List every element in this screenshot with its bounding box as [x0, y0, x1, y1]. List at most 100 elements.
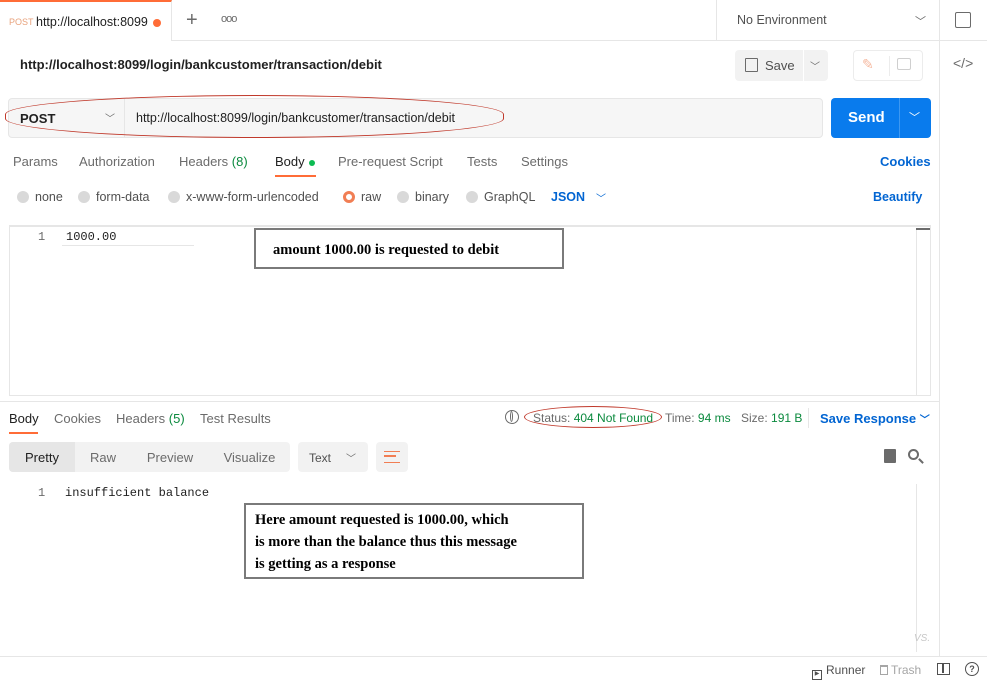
- editor-line[interactable]: 1000.00: [66, 230, 116, 244]
- radio-raw[interactable]: raw: [343, 190, 381, 204]
- beautify-link[interactable]: Beautify: [873, 190, 922, 204]
- response-body-line: insufficient balance: [65, 486, 210, 500]
- radio-circle-icon: [466, 191, 478, 203]
- right-sidebar: </>: [939, 0, 987, 656]
- view-raw-button[interactable]: Raw: [75, 442, 131, 472]
- radio-x-www-form-urlencoded[interactable]: x-www-form-urlencoded: [168, 190, 319, 204]
- search-icon-handle: [918, 458, 924, 464]
- annotation-box: Here amount requested is 1000.00, which …: [244, 503, 584, 579]
- divider: [0, 401, 939, 402]
- status-bar: ▶ Runner Trash ?: [0, 656, 987, 681]
- plus-icon[interactable]: +: [186, 9, 198, 32]
- divider: [803, 50, 804, 81]
- pencil-icon[interactable]: ✎: [862, 56, 874, 73]
- two-pane-divider: [942, 664, 944, 673]
- radio-form-data[interactable]: form-data: [78, 190, 150, 204]
- tab-authorization[interactable]: Authorization: [79, 154, 155, 169]
- radio-selected-icon: [343, 191, 355, 203]
- globe-meridian: [510, 411, 513, 422]
- format-label: Text: [309, 451, 332, 465]
- copy-icon[interactable]: [884, 449, 896, 463]
- tab-body[interactable]: Body: [275, 154, 315, 169]
- wrap-icon: [384, 451, 400, 463]
- time-label: Time:: [665, 411, 695, 425]
- save-button[interactable]: Save ﹀: [735, 50, 828, 81]
- radio-label: none: [35, 190, 63, 204]
- edit-actions: ✎: [853, 50, 923, 81]
- tab-headers[interactable]: Headers (8): [179, 154, 248, 169]
- help-icon[interactable]: ?: [965, 662, 979, 676]
- globe-icon[interactable]: [505, 410, 519, 424]
- chevron-down-icon[interactable]: ﹀: [810, 58, 820, 73]
- search-icon[interactable]: [908, 449, 924, 464]
- annotation-oval: [5, 95, 504, 138]
- tab-method-label: POST: [9, 17, 34, 27]
- radio-graphql[interactable]: GraphQL: [466, 190, 535, 204]
- annotation-oval: [524, 406, 662, 428]
- radio-none[interactable]: none: [17, 190, 63, 204]
- view-preview-button[interactable]: Preview: [131, 442, 209, 472]
- line-number: 1: [38, 230, 46, 244]
- trash-button[interactable]: Trash: [880, 663, 921, 677]
- save-label: Save: [765, 58, 795, 73]
- unsaved-dot-icon: [153, 19, 161, 27]
- save-response-button[interactable]: Save Response ﹀: [820, 411, 930, 426]
- response-tab-body[interactable]: Body: [9, 411, 39, 426]
- radio-label: binary: [415, 190, 450, 204]
- tab-body-label: Body: [275, 154, 305, 169]
- view-visualize-button[interactable]: Visualize: [209, 442, 290, 472]
- time-value: 94 ms: [697, 411, 731, 425]
- radio-binary[interactable]: binary: [397, 190, 449, 204]
- cookies-link[interactable]: Cookies: [880, 154, 931, 169]
- editor-scrollbar[interactable]: [916, 228, 930, 395]
- environment-select[interactable]: No Environment ﹀: [716, 0, 939, 41]
- comment-icon[interactable]: [897, 58, 911, 70]
- annotation-box: amount 1000.00 is requested to debit: [254, 228, 564, 269]
- request-tab[interactable]: POST http://localhost:8099/: [0, 0, 172, 41]
- divider: [889, 56, 890, 76]
- tab-title: http://localhost:8099/: [36, 15, 148, 29]
- raw-format-select[interactable]: JSON: [551, 190, 585, 204]
- send-button[interactable]: Send ﹀: [831, 98, 931, 138]
- radio-circle-icon: [17, 191, 29, 203]
- size-value: 191 B: [771, 411, 803, 425]
- radio-circle-icon: [168, 191, 180, 203]
- chevron-down-icon: ﹀: [919, 415, 930, 426]
- scrollbar-thumb[interactable]: [916, 228, 930, 230]
- line-number: 1: [38, 486, 46, 500]
- two-pane-icon[interactable]: [937, 663, 950, 675]
- response-tab-headers-count: (5): [168, 411, 185, 426]
- response-tab-test-results[interactable]: Test Results: [200, 411, 271, 426]
- response-time[interactable]: Time: 94 ms: [665, 411, 731, 425]
- view-pretty-button[interactable]: Pretty: [9, 442, 75, 472]
- response-tab-cookies[interactable]: Cookies: [54, 411, 101, 426]
- chevron-down-icon: ﹀: [346, 454, 356, 465]
- ellipsis-icon[interactable]: ooo: [221, 13, 237, 25]
- response-scrollbar[interactable]: [916, 484, 932, 652]
- documentation-icon[interactable]: [955, 12, 971, 28]
- chevron-down-icon: ﹀: [915, 16, 926, 28]
- runner-button[interactable]: ▶ Runner: [812, 663, 865, 680]
- annotation-text: amount 1000.00 is requested to debit: [273, 242, 500, 258]
- chevron-down-icon[interactable]: ﹀: [596, 190, 606, 205]
- trash-label: Trash: [891, 663, 922, 677]
- response-format-select[interactable]: Text ﹀: [298, 442, 368, 472]
- size-label: Size:: [741, 411, 768, 425]
- divider: [940, 40, 987, 41]
- wrap-lines-button[interactable]: [376, 442, 408, 472]
- code-icon[interactable]: </>: [953, 55, 973, 71]
- watermark: VS.: [914, 633, 931, 644]
- save-icon: [745, 58, 758, 72]
- tab-settings[interactable]: Settings: [521, 154, 568, 169]
- runner-label: Runner: [826, 663, 866, 677]
- response-size[interactable]: Size: 191 B: [741, 411, 802, 425]
- response-tab-headers[interactable]: Headers (5): [116, 411, 185, 426]
- radio-label: raw: [361, 190, 382, 204]
- tab-pre-request-script[interactable]: Pre-request Script: [338, 154, 443, 169]
- tab-params[interactable]: Params: [13, 154, 58, 169]
- annotation-text: Here amount requested is 1000.00, which: [255, 512, 509, 528]
- chevron-down-icon[interactable]: ﹀: [909, 109, 920, 125]
- response-tab-headers-label: Headers: [116, 411, 166, 426]
- tab-tests[interactable]: Tests: [467, 154, 497, 169]
- request-name[interactable]: http://localhost:8099/login/bankcustomer…: [20, 57, 382, 72]
